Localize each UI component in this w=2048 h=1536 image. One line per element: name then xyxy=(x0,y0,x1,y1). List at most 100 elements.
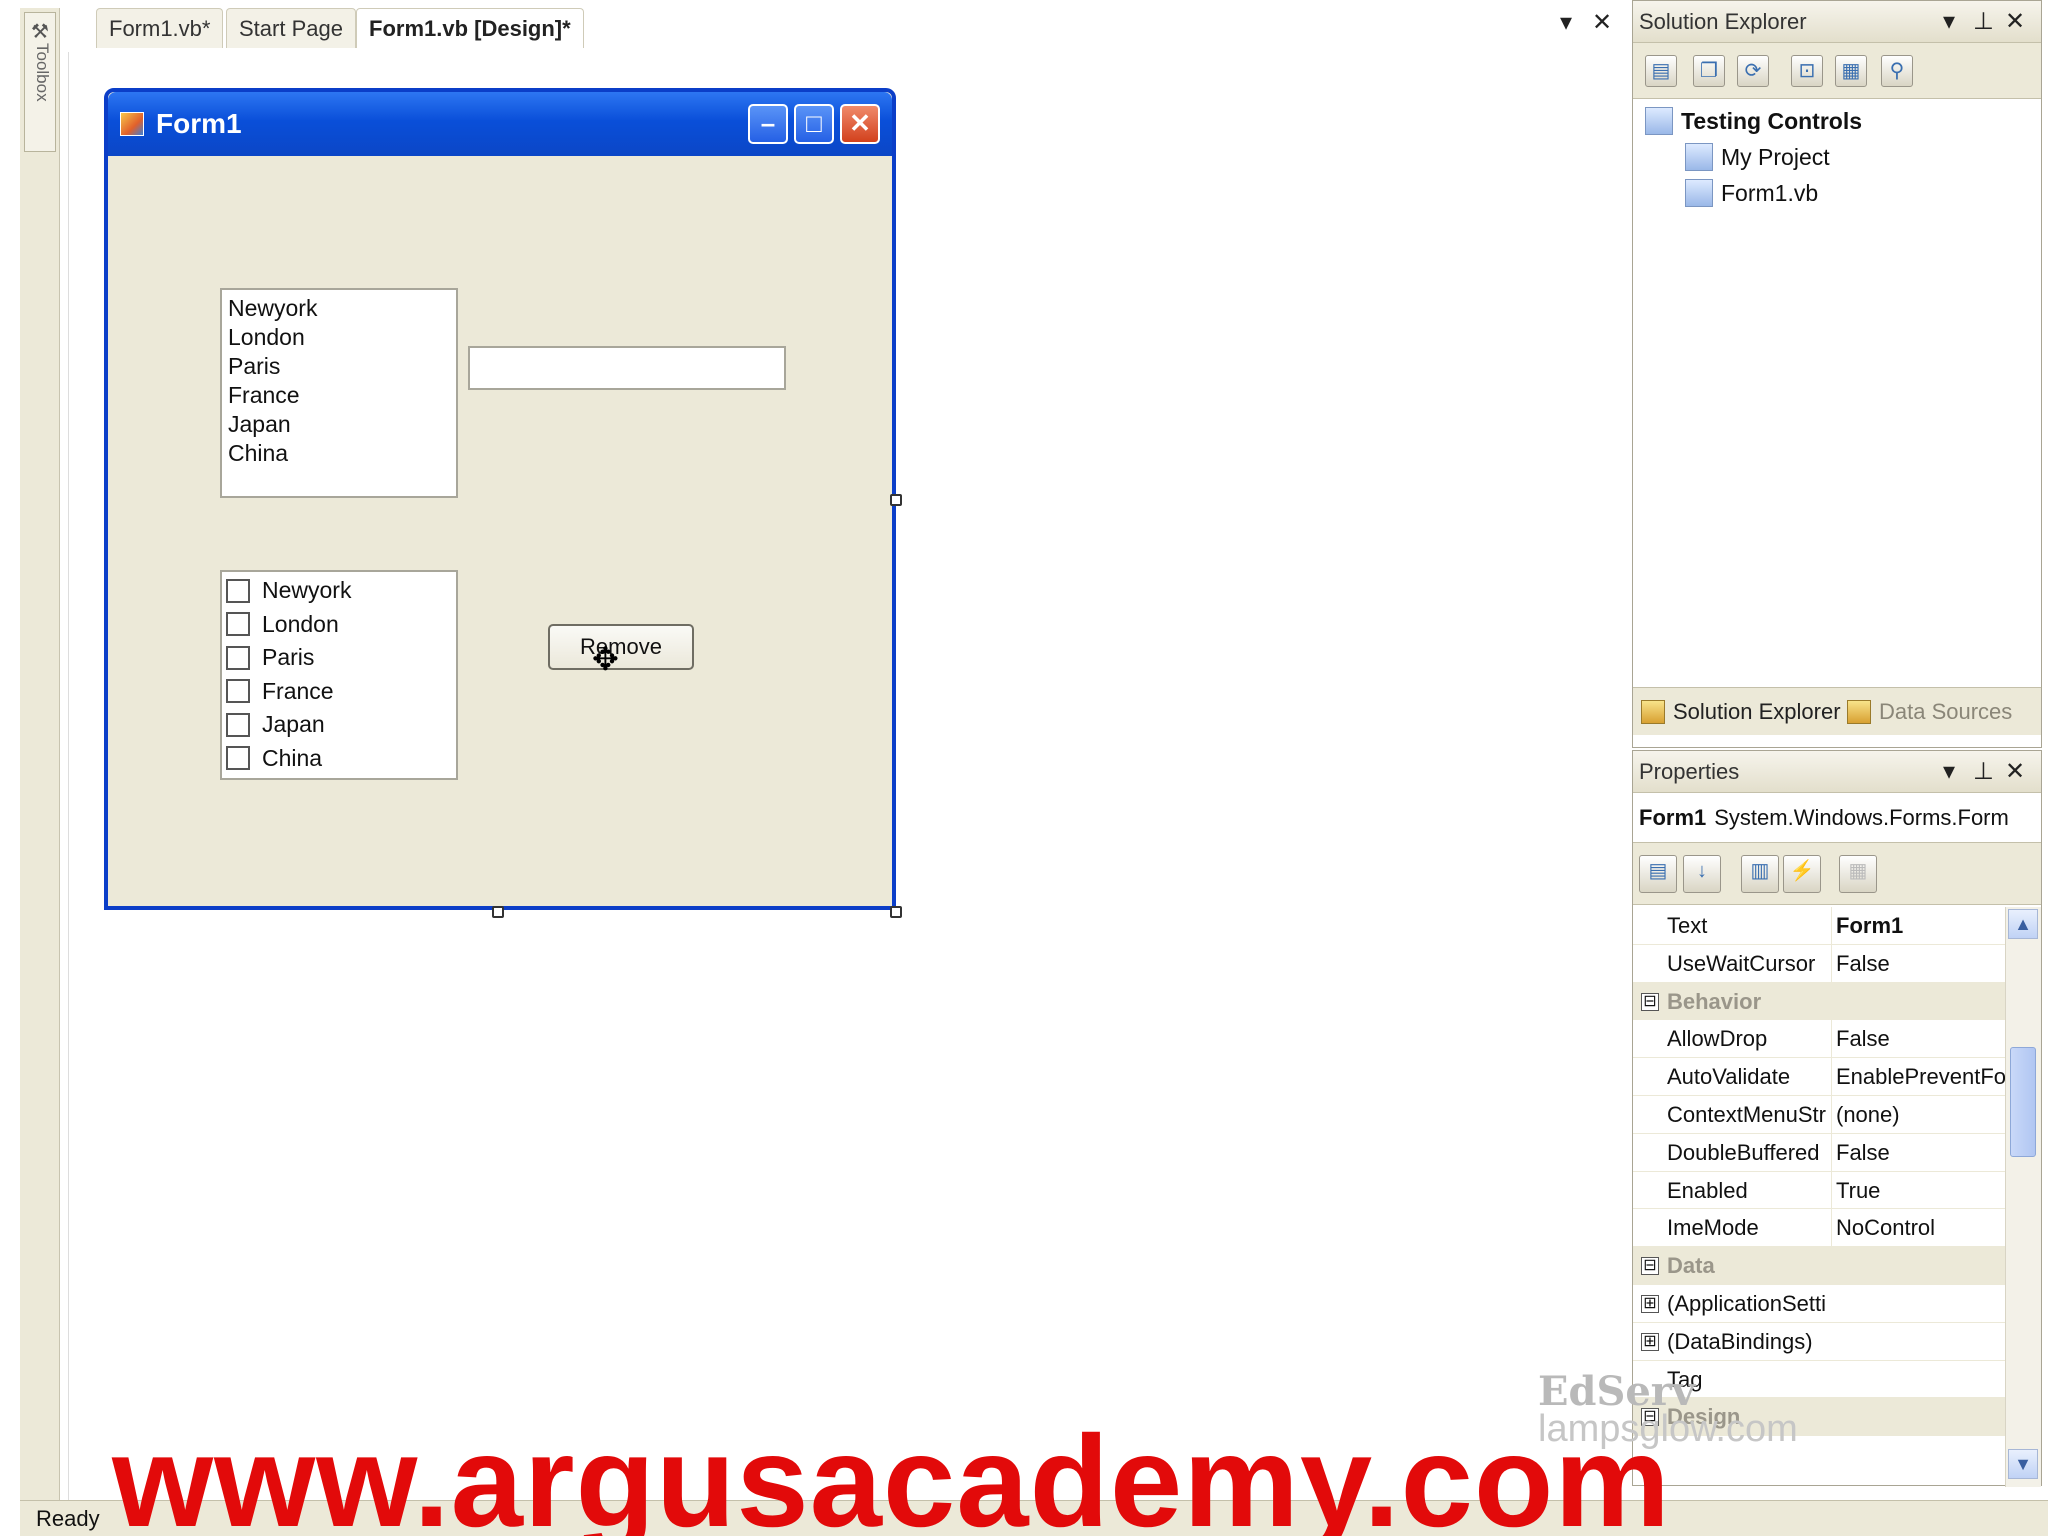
alphabetical-icon[interactable]: ↓ xyxy=(1683,855,1721,893)
property-name: (ApplicationSettings) xyxy=(1667,1290,1827,1316)
list-item[interactable]: France xyxy=(228,381,450,410)
property-row[interactable]: ⊞ (ApplicationSettings) xyxy=(1633,1285,2005,1323)
checkbox[interactable] xyxy=(226,645,250,670)
checklist-item[interactable]: Paris xyxy=(226,641,452,675)
property-value[interactable]: False xyxy=(1831,1020,2005,1058)
checklist-item[interactable]: Newyork xyxy=(226,574,452,608)
minimize-button[interactable]: – xyxy=(748,104,788,144)
property-pages-icon[interactable]: ▦ xyxy=(1839,855,1877,893)
property-row[interactable]: DoubleBuffered False xyxy=(1633,1133,2005,1172)
city-checked-listbox[interactable]: Newyork London Paris France Japan China xyxy=(220,570,458,780)
resize-handle-corner[interactable] xyxy=(890,906,902,918)
list-item[interactable]: Paris xyxy=(228,352,450,381)
close-button[interactable]: ✕ xyxy=(840,104,880,144)
tab-label: Data Sources xyxy=(1879,699,2013,724)
property-value[interactable]: False xyxy=(1831,944,2005,982)
checkbox[interactable] xyxy=(226,746,250,771)
checkbox[interactable] xyxy=(226,578,250,603)
scroll-down-icon[interactable]: ▼ xyxy=(2008,1449,2038,1479)
property-value[interactable]: False xyxy=(1831,1133,2005,1171)
tree-node-form1[interactable]: Form1.vb xyxy=(1645,175,1862,211)
close-icon[interactable]: ✕ xyxy=(2005,1,2025,43)
property-value[interactable]: EnablePreventFocusChange xyxy=(1831,1058,2005,1095)
list-item[interactable]: Japan xyxy=(228,410,450,439)
tab-form1-vb[interactable]: Form1.vb* xyxy=(96,8,224,48)
tab-solution-explorer[interactable]: Solution Explorer xyxy=(1635,692,1841,732)
property-value[interactable]: Form1 xyxy=(1831,907,2005,944)
list-item[interactable]: China xyxy=(228,439,450,468)
tree-node-project[interactable]: Testing Controls xyxy=(1645,103,1862,139)
expand-toggle-icon[interactable]: ⊟ xyxy=(1641,992,1659,1011)
property-value[interactable]: NoControl xyxy=(1831,1209,2005,1247)
city-textbox[interactable] xyxy=(468,346,786,390)
show-all-files-icon[interactable]: ❐ xyxy=(1693,55,1725,87)
scroll-up-icon[interactable]: ▲ xyxy=(2008,909,2038,939)
object-name: Form1 xyxy=(1639,805,1707,830)
tab-close-icon[interactable]: ✕ xyxy=(1592,8,1612,37)
property-row[interactable]: UseWaitCursor False xyxy=(1633,944,2005,983)
close-icon[interactable]: ✕ xyxy=(2005,751,2025,793)
tab-start-page[interactable]: Start Page xyxy=(226,8,356,48)
property-name: Data xyxy=(1667,1253,1715,1279)
refresh-icon[interactable]: ⟳ xyxy=(1737,55,1769,87)
list-item[interactable]: London xyxy=(228,323,450,352)
tab-data-sources[interactable]: Data Sources xyxy=(1841,692,2012,732)
properties-view-icon[interactable]: ▥ xyxy=(1741,855,1779,893)
checklist-item[interactable]: France xyxy=(226,675,452,709)
property-row[interactable]: ContextMenuStrip (none) xyxy=(1633,1095,2005,1134)
checklist-item[interactable]: China xyxy=(226,742,452,776)
property-row[interactable]: ImeMode NoControl xyxy=(1633,1209,2005,1248)
city-listbox[interactable]: Newyork London Paris France Japan China xyxy=(220,288,458,498)
events-icon[interactable]: ⚡ xyxy=(1783,855,1821,893)
checkbox[interactable] xyxy=(226,712,250,737)
list-item[interactable]: Newyork xyxy=(228,294,450,323)
solution-explorer-icon xyxy=(1641,700,1665,724)
tab-dropdown-icon[interactable]: ▾ xyxy=(1560,8,1572,37)
property-category[interactable]: ⊟ Behavior xyxy=(1633,982,2005,1021)
checklist-label: London xyxy=(262,610,339,637)
resize-handle-right[interactable] xyxy=(890,494,902,506)
scroll-thumb[interactable] xyxy=(2010,1047,2036,1157)
resize-handle-bottom[interactable] xyxy=(492,906,504,918)
view-code-icon[interactable]: ⊡ xyxy=(1791,55,1823,87)
property-row[interactable]: Text Form1 xyxy=(1633,907,2005,945)
property-row[interactable]: Enabled True xyxy=(1633,1171,2005,1210)
class-diagram-icon[interactable]: ⚲ xyxy=(1881,55,1913,87)
property-name: DoubleBuffered xyxy=(1667,1139,1820,1165)
property-name: ContextMenuStrip xyxy=(1667,1101,1827,1127)
expand-toggle-icon[interactable]: ⊞ xyxy=(1641,1332,1659,1351)
property-value[interactable]: (none) xyxy=(1831,1095,2005,1133)
checklist-item[interactable]: Japan xyxy=(226,708,452,742)
form1-window[interactable]: Form1 – □ ✕ Newyork London Paris France … xyxy=(104,88,896,910)
property-row[interactable]: AutoValidate EnablePreventFocusChange xyxy=(1633,1058,2005,1096)
checkbox[interactable] xyxy=(226,612,250,637)
dropdown-icon[interactable]: ▾ xyxy=(1943,751,1955,793)
dropdown-icon[interactable]: ▾ xyxy=(1943,1,1955,43)
categorized-icon[interactable]: ▤ xyxy=(1639,855,1677,893)
properties-icon[interactable]: ▤ xyxy=(1645,55,1677,87)
object-selector[interactable]: Form1 System.Windows.Forms.Form xyxy=(1633,793,2041,843)
property-value[interactable]: True xyxy=(1831,1171,2005,1209)
property-row[interactable]: AllowDrop False xyxy=(1633,1020,2005,1059)
maximize-button[interactable]: □ xyxy=(794,104,834,144)
data-sources-icon xyxy=(1847,700,1871,724)
pin-icon[interactable]: ⊥ xyxy=(1973,751,1994,793)
property-category[interactable]: ⊟ Data xyxy=(1633,1247,2005,1285)
argus-watermark: www.argusacademy.com xyxy=(112,1408,1671,1536)
expand-toggle-icon[interactable]: ⊟ xyxy=(1641,1257,1659,1276)
form1-titlebar[interactable]: Form1 – □ ✕ xyxy=(108,92,892,156)
tree-node-my-project[interactable]: My Project xyxy=(1645,139,1862,175)
property-row[interactable]: ⊞ (DataBindings) xyxy=(1633,1323,2005,1361)
toolbox-tab[interactable]: ⚒ Toolbox xyxy=(24,12,56,152)
property-name: Enabled xyxy=(1667,1177,1748,1203)
pin-icon[interactable]: ⊥ xyxy=(1973,1,1994,43)
checklist-item[interactable]: London xyxy=(226,608,452,642)
expand-toggle-icon[interactable]: ⊞ xyxy=(1641,1294,1659,1313)
remove-button[interactable]: Remove xyxy=(548,624,694,670)
tab-form1-design[interactable]: Form1.vb [Design]* xyxy=(356,8,584,48)
properties-scrollbar[interactable]: ▲ ▼ xyxy=(2005,907,2041,1487)
properties-title: Properties xyxy=(1639,759,1740,784)
view-designer-icon[interactable]: ▦ xyxy=(1835,55,1867,87)
solution-tree: Testing Controls My Project Form1.vb xyxy=(1645,103,1862,211)
checkbox[interactable] xyxy=(226,679,250,704)
